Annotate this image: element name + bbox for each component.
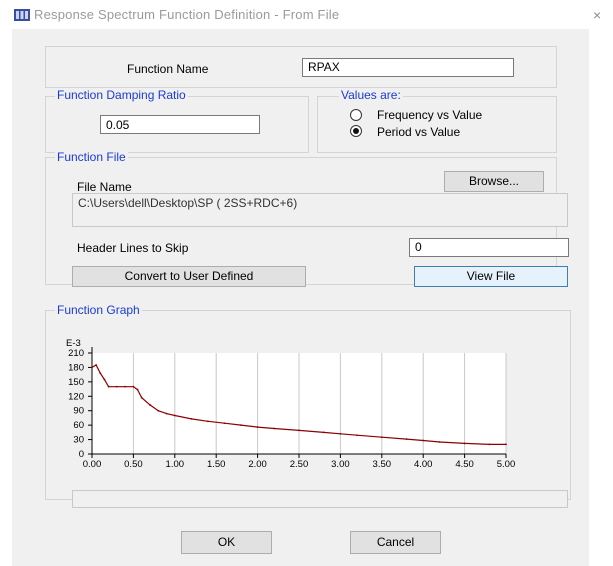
function-file-legend: Function File (55, 150, 128, 164)
view-file-button[interactable]: View File (414, 266, 568, 287)
function-graph-legend: Function Graph (55, 303, 142, 317)
data-point (91, 366, 93, 369)
frequency-radio[interactable] (350, 109, 362, 121)
data-point (103, 378, 106, 381)
data-point (190, 417, 193, 420)
function-name-label: Function Name (127, 62, 209, 76)
damping-ratio-input[interactable]: 0.05 (100, 115, 260, 134)
close-icon[interactable]: × (593, 7, 601, 23)
data-point (115, 385, 118, 388)
data-point (256, 426, 259, 428)
file-name-label: File Name (77, 180, 132, 194)
file-path-display: C:\Users\dell\Desktop\SP ( 2SS+RDC+6) (72, 193, 568, 227)
data-point (173, 414, 176, 417)
period-radio[interactable] (350, 125, 362, 137)
cancel-button[interactable]: Cancel (350, 531, 441, 554)
window-title: Response Spectrum Function Definition - … (34, 7, 340, 22)
data-point (165, 412, 168, 415)
period-option-label[interactable]: Period vs Value (377, 125, 460, 139)
app-icon (14, 9, 30, 21)
x-tick-label: 1.00 (166, 459, 185, 470)
title-bar: Response Spectrum Function Definition - … (0, 0, 613, 28)
x-tick-label: 1.50 (207, 459, 226, 470)
x-tick-label: 4.00 (414, 459, 433, 470)
data-point (298, 429, 300, 432)
y-tick-label: 120 (68, 391, 84, 402)
y-tick-label: 210 (68, 348, 84, 359)
x-tick-label: 3.00 (331, 459, 350, 470)
data-point (438, 441, 441, 443)
data-point (149, 404, 151, 406)
browse-button[interactable]: Browse... (444, 171, 544, 192)
damping-legend: Function Damping Ratio (55, 88, 188, 102)
x-tick-label: 4.50 (455, 459, 474, 470)
y-tick-label: 60 (73, 420, 84, 431)
header-lines-input[interactable]: 0 (409, 238, 569, 257)
dialog-client: Function Name RPAX Function Damping Rati… (12, 29, 589, 566)
frequency-option-label[interactable]: Frequency vs Value (377, 108, 482, 122)
data-point (207, 420, 209, 423)
data-point (99, 372, 102, 375)
data-point (95, 364, 98, 366)
y-tick-label: 30 (73, 435, 84, 446)
data-point (157, 409, 160, 412)
data-point (380, 436, 383, 439)
function-name-input[interactable]: RPAX (302, 58, 514, 77)
x-tick-label: 2.50 (290, 459, 309, 470)
data-point (140, 396, 143, 399)
data-point (356, 434, 358, 437)
x-tick-label: 5.00 (497, 459, 516, 470)
data-point (273, 427, 276, 430)
data-point (505, 443, 507, 446)
graph-status-bar (72, 490, 568, 508)
data-point (124, 385, 127, 388)
convert-to-user-defined-button[interactable]: Convert to User Defined (72, 266, 306, 287)
x-tick-label: 0.50 (124, 459, 142, 470)
x-tick-label: 2.00 (248, 459, 267, 470)
function-graph-chart: E-303060901201501802100.00 0.50 1.00 1.50 2.… (66, 338, 516, 470)
data-point (405, 438, 408, 440)
data-point (488, 443, 491, 446)
values-are-legend: Values are: (339, 88, 403, 102)
data-point (339, 432, 342, 435)
data-point (107, 385, 110, 388)
header-lines-label: Header Lines to Skip (77, 241, 189, 255)
data-point (463, 442, 466, 445)
data-point (322, 431, 325, 434)
x-tick-label: 0.00 (83, 459, 102, 470)
data-point (240, 424, 242, 427)
y-tick-label: 180 (68, 362, 84, 373)
data-point (223, 422, 226, 425)
data-point (422, 439, 425, 442)
ok-button[interactable]: OK (181, 531, 272, 554)
y-tick-label: 90 (73, 406, 84, 417)
data-point (132, 385, 135, 388)
x-tick-label: 3.50 (373, 459, 392, 470)
y-tick-label: 150 (68, 377, 84, 388)
data-point (136, 388, 139, 391)
